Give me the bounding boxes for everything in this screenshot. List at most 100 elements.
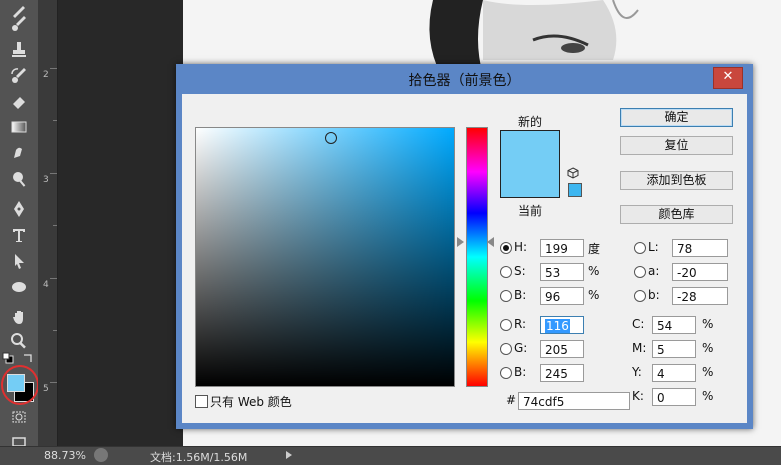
hand-tool-icon[interactable]: [7, 306, 31, 328]
lab-a-input[interactable]: -20: [672, 263, 728, 281]
dialog-titlebar[interactable]: 拾色器（前景色） ✕: [176, 64, 753, 94]
yellow-label: Y:: [632, 365, 642, 379]
saturation-row: S: 53 %: [500, 262, 610, 282]
yellow-input[interactable]: 4: [652, 364, 696, 382]
close-button[interactable]: ✕: [713, 67, 743, 89]
hex-label: #: [506, 393, 517, 407]
red-input[interactable]: 116: [540, 316, 584, 334]
yellow-row: Y: 4 %: [630, 363, 740, 383]
gradient-tool-icon[interactable]: [7, 116, 31, 138]
new-color-swatch: [501, 131, 559, 164]
magenta-row: M: 5 %: [630, 339, 740, 359]
color-libraries-button[interactable]: 颜色库: [620, 205, 733, 224]
black-input[interactable]: 0: [652, 388, 696, 406]
brightness-label: B:: [514, 288, 527, 302]
cyan-unit: %: [702, 317, 714, 331]
brightness-unit: %: [588, 288, 600, 302]
lab-b-label: b:: [648, 288, 660, 302]
document-info: 文档:1.56M/1.56M: [150, 451, 248, 464]
lab-a-radio[interactable]: [634, 266, 646, 278]
color-field[interactable]: [195, 127, 455, 387]
black-row: K: 0 %: [630, 387, 740, 407]
magenta-label: M:: [632, 341, 647, 355]
clone-stamp-icon[interactable]: [7, 38, 31, 60]
type-tool-icon[interactable]: [7, 224, 31, 246]
lab-l-label: L:: [648, 240, 659, 254]
red-label: R:: [514, 317, 527, 331]
hue-radio[interactable]: [500, 242, 512, 254]
hue-input[interactable]: 199: [540, 239, 584, 257]
ruler-mark: 3: [43, 175, 49, 185]
history-brush-icon[interactable]: [7, 64, 31, 86]
current-color-label: 当前: [517, 204, 542, 218]
web-safe-color-swatch[interactable]: [568, 183, 582, 197]
color-picker-dialog: 拾色器（前景色） ✕ 新的 当前 确定 复位 添加到色板 颜色库 H: 199 …: [176, 64, 753, 429]
magenta-unit: %: [702, 341, 714, 355]
eraser-icon[interactable]: [7, 90, 31, 112]
color-field-marker[interactable]: [325, 132, 337, 144]
highlight-circle: [1, 365, 39, 405]
saturation-radio[interactable]: [500, 266, 512, 278]
ellipse-tool-icon[interactable]: [7, 276, 31, 298]
green-label: G:: [514, 341, 528, 355]
hue-arrow-right-icon[interactable]: [487, 237, 494, 247]
saturation-unit: %: [588, 264, 600, 278]
add-to-swatches-button[interactable]: 添加到色板: [620, 171, 733, 190]
ruler-mark: 5: [43, 384, 49, 394]
dialog-body: 新的 当前 确定 复位 添加到色板 颜色库 H: 199 度 S: 53 % B…: [182, 94, 747, 423]
dialog-title: 拾色器（前景色）: [408, 73, 521, 89]
web-colors-only-checkbox[interactable]: [195, 395, 208, 408]
hex-input[interactable]: 74cdf5: [518, 392, 630, 410]
status-menu-icon[interactable]: [94, 448, 108, 462]
blue-radio[interactable]: [500, 367, 512, 379]
status-bar: 88.73% 文档:1.56M/1.56M: [0, 446, 781, 465]
green-input[interactable]: 205: [540, 340, 584, 358]
lab-a-label: a:: [648, 264, 660, 278]
brightness-row: B: 96 %: [500, 286, 610, 306]
brush-tool-icon[interactable]: [7, 12, 31, 34]
blue-input[interactable]: 245: [540, 364, 584, 382]
pen-tool-icon[interactable]: [7, 198, 31, 220]
cyan-row: C: 54 %: [630, 315, 740, 335]
smudge-tool-icon[interactable]: [7, 142, 31, 164]
lab-b-row: b: -28: [634, 286, 734, 306]
zoom-level[interactable]: 88.73%: [44, 449, 86, 462]
saturation-input[interactable]: 53: [540, 263, 584, 281]
dodge-tool-icon[interactable]: [7, 168, 31, 190]
default-colors-icon[interactable]: [2, 352, 14, 364]
magenta-input[interactable]: 5: [652, 340, 696, 358]
out-of-gamut-cube-icon[interactable]: [567, 167, 579, 179]
quick-mask-icon[interactable]: [7, 406, 31, 428]
brightness-input[interactable]: 96: [540, 287, 584, 305]
lab-l-radio[interactable]: [634, 242, 646, 254]
path-selection-icon[interactable]: [7, 250, 31, 272]
saturation-label: S:: [514, 264, 526, 278]
ok-button[interactable]: 确定: [620, 108, 733, 127]
lab-a-row: a: -20: [634, 262, 734, 282]
tools-panel: [0, 0, 39, 449]
current-color-swatch[interactable]: [501, 164, 559, 197]
blue-label: B:: [514, 365, 527, 379]
lab-b-input[interactable]: -28: [672, 287, 728, 305]
cyan-input[interactable]: 54: [652, 316, 696, 334]
swap-colors-icon[interactable]: [22, 352, 34, 364]
red-input-value[interactable]: 116: [545, 319, 570, 333]
cyan-label: C:: [632, 317, 645, 331]
hue-slider[interactable]: [466, 127, 488, 387]
lab-l-input[interactable]: 78: [672, 239, 728, 257]
blue-row: B: 245: [500, 363, 600, 383]
lab-b-radio[interactable]: [634, 290, 646, 302]
hue-arrow-left-icon[interactable]: [457, 237, 464, 247]
red-radio[interactable]: [500, 319, 512, 331]
yellow-unit: %: [702, 365, 714, 379]
black-unit: %: [702, 389, 714, 403]
brightness-radio[interactable]: [500, 290, 512, 302]
hue-row: H: 199 度: [500, 238, 610, 258]
lab-l-row: L: 78: [634, 238, 734, 258]
status-arrow-icon[interactable]: [286, 451, 292, 459]
reset-button[interactable]: 复位: [620, 136, 733, 155]
green-row: G: 205: [500, 339, 600, 359]
hue-unit: 度: [588, 242, 601, 256]
ruler-mark: 2: [43, 70, 49, 80]
green-radio[interactable]: [500, 343, 512, 355]
